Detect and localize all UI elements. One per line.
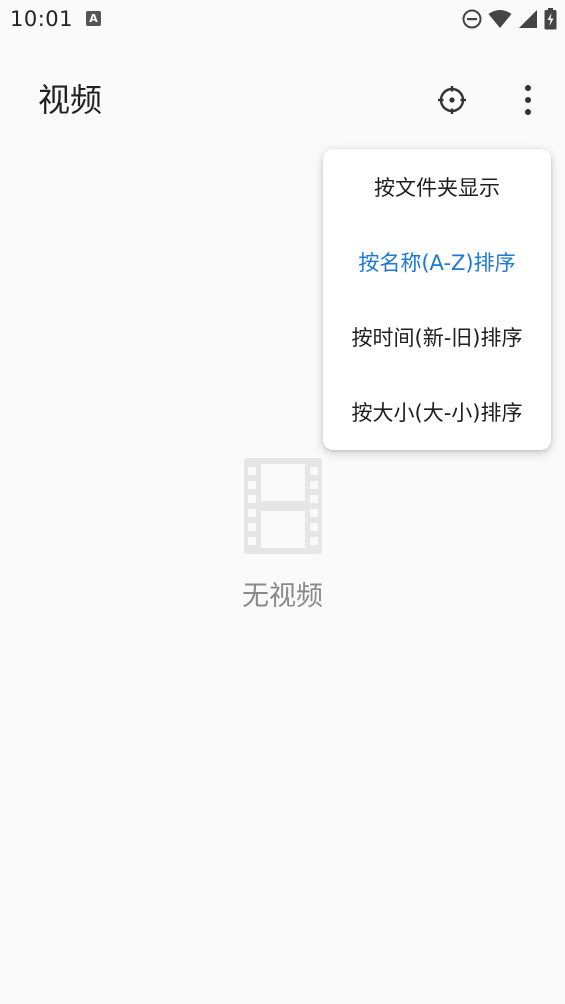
menu-item-sort-time[interactable]: 按时间(新-旧)排序 — [323, 299, 551, 374]
wifi-icon — [488, 10, 512, 28]
empty-text: 无视频 — [242, 581, 323, 612]
app-bar: 视频 — [0, 56, 565, 146]
menu-item-sort-size[interactable]: 按大小(大-小)排序 — [323, 374, 551, 449]
menu-item-label: 按大小(大-小)排序 — [351, 400, 523, 425]
target-icon — [438, 86, 466, 114]
locate-button[interactable] — [432, 80, 472, 120]
do-not-disturb-icon — [462, 9, 482, 29]
menu-item-label: 按名称(A-Z)排序 — [358, 250, 516, 275]
menu-item-sort-name[interactable]: 按名称(A-Z)排序 — [323, 224, 551, 299]
menu-item-folder-view[interactable]: 按文件夹显示 — [323, 149, 551, 224]
screen: 10:01 A 视频 无视频 按文件夹显示 按名称(A-Z)排序 按时间(新-旧… — [0, 0, 565, 1004]
menu-item-label: 按时间(新-旧)排序 — [351, 325, 523, 350]
empty-state: 无视频 — [0, 458, 565, 614]
signal-icon — [519, 10, 537, 28]
a-icon: A — [86, 11, 101, 26]
sort-menu: 按文件夹显示 按名称(A-Z)排序 按时间(新-旧)排序 按大小(大-小)排序 — [323, 149, 551, 450]
page-title: 视频 — [38, 81, 103, 119]
battery-charging-icon — [544, 8, 557, 30]
more-vert-icon — [525, 85, 531, 115]
status-icons — [456, 8, 557, 30]
status-bar: 10:01 A — [0, 0, 565, 38]
menu-item-label: 按文件夹显示 — [374, 175, 500, 200]
status-time: 10:01 — [10, 7, 74, 31]
film-icon — [243, 458, 322, 554]
more-options-button[interactable] — [508, 80, 548, 120]
